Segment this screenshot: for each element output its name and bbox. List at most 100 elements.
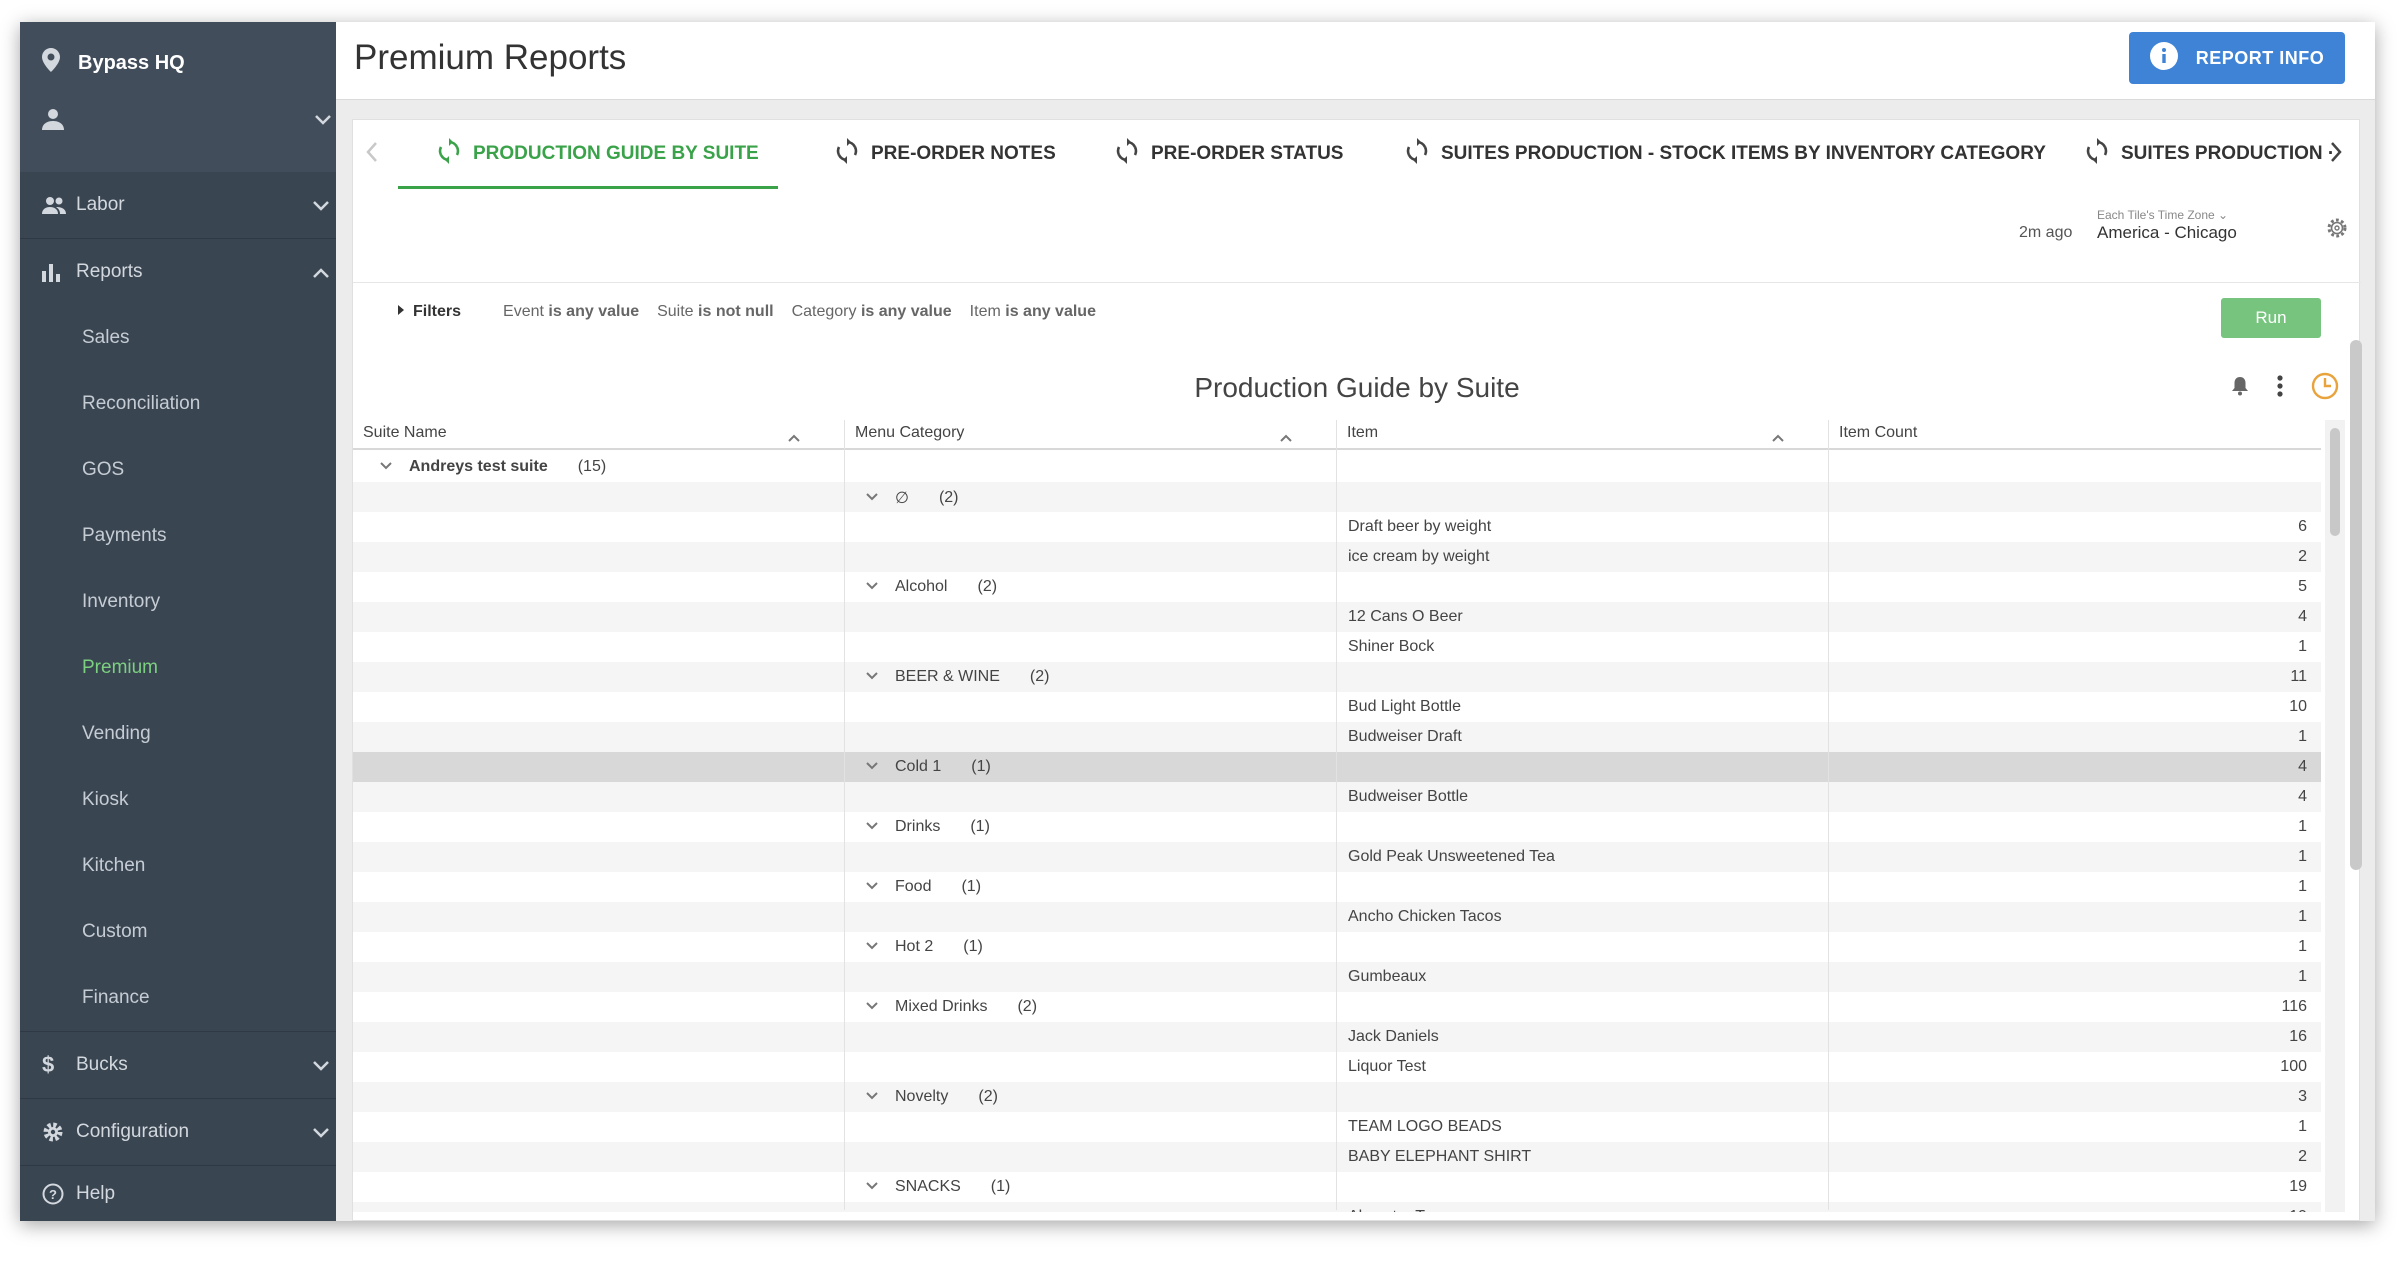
table-row[interactable]: Budweiser Bottle 4 <box>353 782 2321 812</box>
sidebar-item-sales[interactable]: Sales <box>20 305 336 371</box>
filter-suite[interactable]: Suite is not null <box>657 303 773 321</box>
table-row[interactable]: SNACKS (1) 19 <box>353 1172 2321 1202</box>
category-group-toggle[interactable]: SNACKS (1) <box>865 1178 1010 1196</box>
tab-suites-production[interactable]: SUITES PRODUCTION · <box>2085 120 2334 188</box>
filters-label: Filters <box>413 303 462 320</box>
run-button[interactable]: Run <box>2221 298 2321 338</box>
column-header-suite-name[interactable]: Suite Name <box>363 424 447 442</box>
table-row[interactable]: Gumbeaux 1 <box>353 962 2321 992</box>
column-header-item[interactable]: Item <box>1347 424 1378 442</box>
table-row[interactable]: Hot 2 (1) 1 <box>353 932 2321 962</box>
report-info-button[interactable]: REPORT INFO <box>2129 32 2345 84</box>
category-group-toggle[interactable]: Novelty (2) <box>865 1088 998 1106</box>
category-group-toggle[interactable]: Cold 1 (1) <box>865 758 991 776</box>
sidebar-item-vending[interactable]: Vending <box>20 701 336 767</box>
sort-up-icon[interactable] <box>1771 430 1785 448</box>
item-count: 3 <box>2298 1088 2307 1105</box>
table-row[interactable]: Drinks (1) 1 <box>353 812 2321 842</box>
item-name: ice cream by weight <box>1348 548 1490 565</box>
report-info-label: REPORT INFO <box>2195 47 2325 68</box>
settings-gear-icon[interactable] <box>2325 216 2349 245</box>
table-row[interactable]: Shiner Bock 1 <box>353 632 2321 662</box>
more-vert-icon[interactable] <box>2277 375 2283 402</box>
clock-icon[interactable] <box>2311 372 2339 405</box>
table-row[interactable]: Jack Daniels 16 <box>353 1022 2321 1052</box>
table-row[interactable]: BABY ELEPHANT SHIRT 2 <box>353 1142 2321 1172</box>
caret-right-icon <box>397 303 405 321</box>
table-row[interactable]: ice cream by weight 2 <box>353 542 2321 572</box>
item-name: Jack Daniels <box>1348 1028 1439 1045</box>
tab-label: PRE-ORDER STATUS <box>1151 143 1344 164</box>
table-row[interactable]: Budweiser Draft 1 <box>353 722 2321 752</box>
category-group-toggle[interactable]: BEER & WINE (2) <box>865 668 1049 686</box>
page-scrollbar-thumb[interactable] <box>2350 340 2362 870</box>
table-row[interactable]: 12 Cans O Beer 4 <box>353 602 2321 632</box>
sort-up-icon[interactable] <box>787 430 801 448</box>
category-count: (2) <box>978 1088 998 1105</box>
filters-toggle[interactable]: Filters <box>397 303 461 321</box>
sidebar-section-configuration[interactable]: Configuration <box>20 1099 336 1165</box>
sidebar-section-label: Labor <box>76 194 125 215</box>
tab-suites-production-stock-items[interactable]: SUITES PRODUCTION - STOCK ITEMS BY INVEN… <box>1405 120 2046 188</box>
sidebar-item-gos[interactable]: GOS <box>20 437 336 503</box>
category-group-toggle[interactable]: ∅ (2) <box>865 488 959 508</box>
table-row[interactable]: Mixed Drinks (2) 116 <box>353 992 2321 1022</box>
category-group-toggle[interactable]: Drinks (1) <box>865 818 990 836</box>
timezone-value[interactable]: America - Chicago <box>2097 223 2237 243</box>
table-row[interactable]: Draft beer by weight 6 <box>353 512 2321 542</box>
user-icon <box>42 108 64 135</box>
chevron-left-icon[interactable] <box>365 140 379 169</box>
sidebar-item-inventory[interactable]: Inventory <box>20 569 336 635</box>
table-scrollbar-thumb[interactable] <box>2330 428 2340 536</box>
table-row[interactable]: Cold 1 (1) 4 <box>353 752 2321 782</box>
user-menu[interactable] <box>42 108 332 135</box>
timezone-caption[interactable]: Each Tile's Time Zone ⌄ <box>2097 208 2228 222</box>
sidebar-item-reconciliation[interactable]: Reconciliation <box>20 371 336 437</box>
table-row[interactable]: Ancho Chicken Tacos 1 <box>353 902 2321 932</box>
filter-event[interactable]: Event is any value <box>503 303 639 321</box>
column-header-item-count[interactable]: Item Count <box>1839 424 1917 442</box>
tab-pre-order-notes[interactable]: PRE-ORDER NOTES <box>835 120 1056 188</box>
table-scrollbar[interactable] <box>2325 420 2345 1212</box>
category-count: (1) <box>971 758 991 775</box>
sidebar-item-kitchen[interactable]: Kitchen <box>20 833 336 899</box>
table-row[interactable]: Andreys test suite (15) <box>353 452 2321 482</box>
help-circle-icon: ? <box>42 1183 76 1205</box>
table-row[interactable]: Liquor Test 100 <box>353 1052 2321 1082</box>
sidebar-item-finance[interactable]: Finance <box>20 965 336 1031</box>
sidebar-item-payments[interactable]: Payments <box>20 503 336 569</box>
filter-category[interactable]: Category is any value <box>792 303 952 321</box>
sidebar-item-premium[interactable]: Premium <box>20 635 336 701</box>
sidebar-item-kiosk[interactable]: Kiosk <box>20 767 336 833</box>
table-row[interactable]: Bud Light Bottle 10 <box>353 692 2321 722</box>
table-row[interactable]: TEAM LOGO BEADS 1 <box>353 1112 2321 1142</box>
category-group-toggle[interactable]: Mixed Drinks (2) <box>865 998 1037 1016</box>
category-group-toggle[interactable]: Hot 2 (1) <box>865 938 983 956</box>
column-divider <box>1336 420 1337 1210</box>
table-row[interactable]: Food (1) 1 <box>353 872 2321 902</box>
table-row[interactable]: Gold Peak Unsweetened Tea 1 <box>353 842 2321 872</box>
chevron-right-icon[interactable] <box>2329 140 2343 169</box>
column-header-menu-category[interactable]: Menu Category <box>855 424 964 442</box>
category-group-toggle[interactable]: Alcohol (2) <box>865 578 997 596</box>
table-row[interactable]: BEER & WINE (2) 11 <box>353 662 2321 692</box>
sidebar-section-labor[interactable]: Labor <box>20 172 336 238</box>
item-count: 19 <box>2289 1178 2307 1195</box>
tab-pre-order-status[interactable]: PRE-ORDER STATUS <box>1115 120 1343 188</box>
table-row[interactable]: Novelty (2) 3 <box>353 1082 2321 1112</box>
table-row[interactable]: ∅ (2) <box>353 482 2321 512</box>
bell-icon[interactable] <box>2231 376 2249 401</box>
sidebar-section-bucks[interactable]: $ Bucks <box>20 1032 336 1098</box>
sort-up-icon[interactable] <box>1279 430 1293 448</box>
location-selector[interactable]: Bypass HQ <box>42 48 185 78</box>
sidebar-section-help[interactable]: ? Help <box>20 1166 336 1221</box>
category-group-toggle[interactable]: Food (1) <box>865 878 981 896</box>
tab-production-guide-by-suite[interactable]: PRODUCTION GUIDE BY SUITE <box>437 120 759 188</box>
suite-group-toggle[interactable]: Andreys test suite (15) <box>379 458 606 476</box>
sidebar-item-custom[interactable]: Custom <box>20 899 336 965</box>
table-row[interactable]: Alcohol (2) 5 <box>353 572 2321 602</box>
table-row[interactable]: Al pastor Tacos 19 <box>353 1202 2321 1212</box>
item-count: 4 <box>2298 788 2307 805</box>
filter-item[interactable]: Item is any value <box>970 303 1096 321</box>
sidebar-section-reports[interactable]: Reports <box>20 239 336 305</box>
